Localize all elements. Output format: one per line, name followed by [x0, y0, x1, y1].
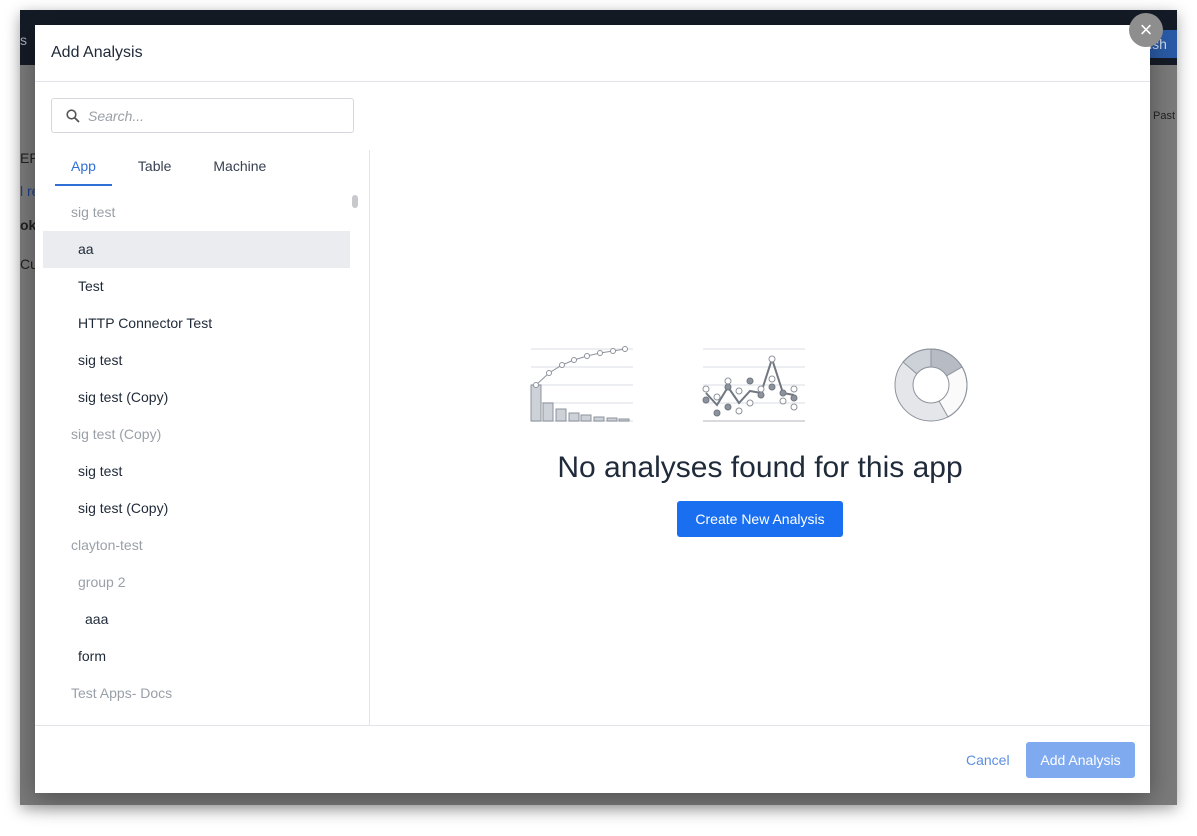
pareto-chart-icon — [530, 346, 633, 422]
add-analysis-button[interactable]: Add Analysis — [1026, 742, 1135, 778]
donut-chart-icon — [894, 348, 968, 422]
tab-table[interactable]: Table — [122, 150, 187, 186]
list-item[interactable]: Test — [43, 268, 350, 305]
add-analysis-dialog: Add Analysis × App Table Machine sig tes… — [35, 13, 1163, 793]
list-group-header: clayton-test — [71, 537, 143, 553]
list-group-header: Test Apps- Docs — [71, 685, 173, 701]
paste-button: Past — [1152, 110, 1175, 122]
list-group-header: sig test — [71, 204, 116, 220]
list-item[interactable]: sig test (Copy) — [43, 379, 350, 416]
list-item[interactable]: HTTP Connector Test — [43, 305, 350, 342]
empty-state: No analyses found for this app Create Ne… — [370, 345, 1150, 537]
close-button[interactable]: × — [1129, 13, 1163, 47]
list-item[interactable]: sig test — [43, 453, 350, 490]
scatter-line-chart-icon — [702, 348, 805, 422]
list-group-header: group 2 — [78, 574, 126, 590]
list-item[interactable]: form — [43, 638, 350, 675]
list-group-header: sig test (Copy) — [71, 426, 162, 442]
close-icon: × — [1139, 17, 1153, 42]
search-input[interactable] — [88, 107, 328, 124]
search-box[interactable] — [51, 98, 354, 133]
illustrations — [362, 345, 1150, 425]
bg-text: ok — [20, 217, 37, 233]
list-item[interactable]: sig test — [43, 342, 350, 379]
list-item[interactable]: aa — [43, 231, 350, 268]
list-scrollbar[interactable] — [352, 195, 358, 208]
cancel-button[interactable]: Cancel — [966, 752, 1010, 768]
dialog-title: Add Analysis — [35, 25, 1150, 82]
bg-text: s — [20, 32, 27, 48]
create-new-analysis-button[interactable]: Create New Analysis — [677, 501, 843, 537]
empty-message: No analyses found for this app — [557, 451, 963, 484]
dialog-footer: Cancel Add Analysis — [35, 725, 1150, 793]
list-item[interactable]: aaa — [43, 601, 350, 638]
app-list: sig test aa Test HTTP Connector Test sig tes… — [43, 194, 350, 725]
source-tabs: App Table Machine — [55, 150, 292, 186]
tab-machine[interactable]: Machine — [197, 150, 282, 186]
search-icon — [66, 108, 80, 123]
list-item[interactable]: sig test (Copy) — [43, 490, 350, 527]
tab-app[interactable]: App — [55, 150, 112, 186]
